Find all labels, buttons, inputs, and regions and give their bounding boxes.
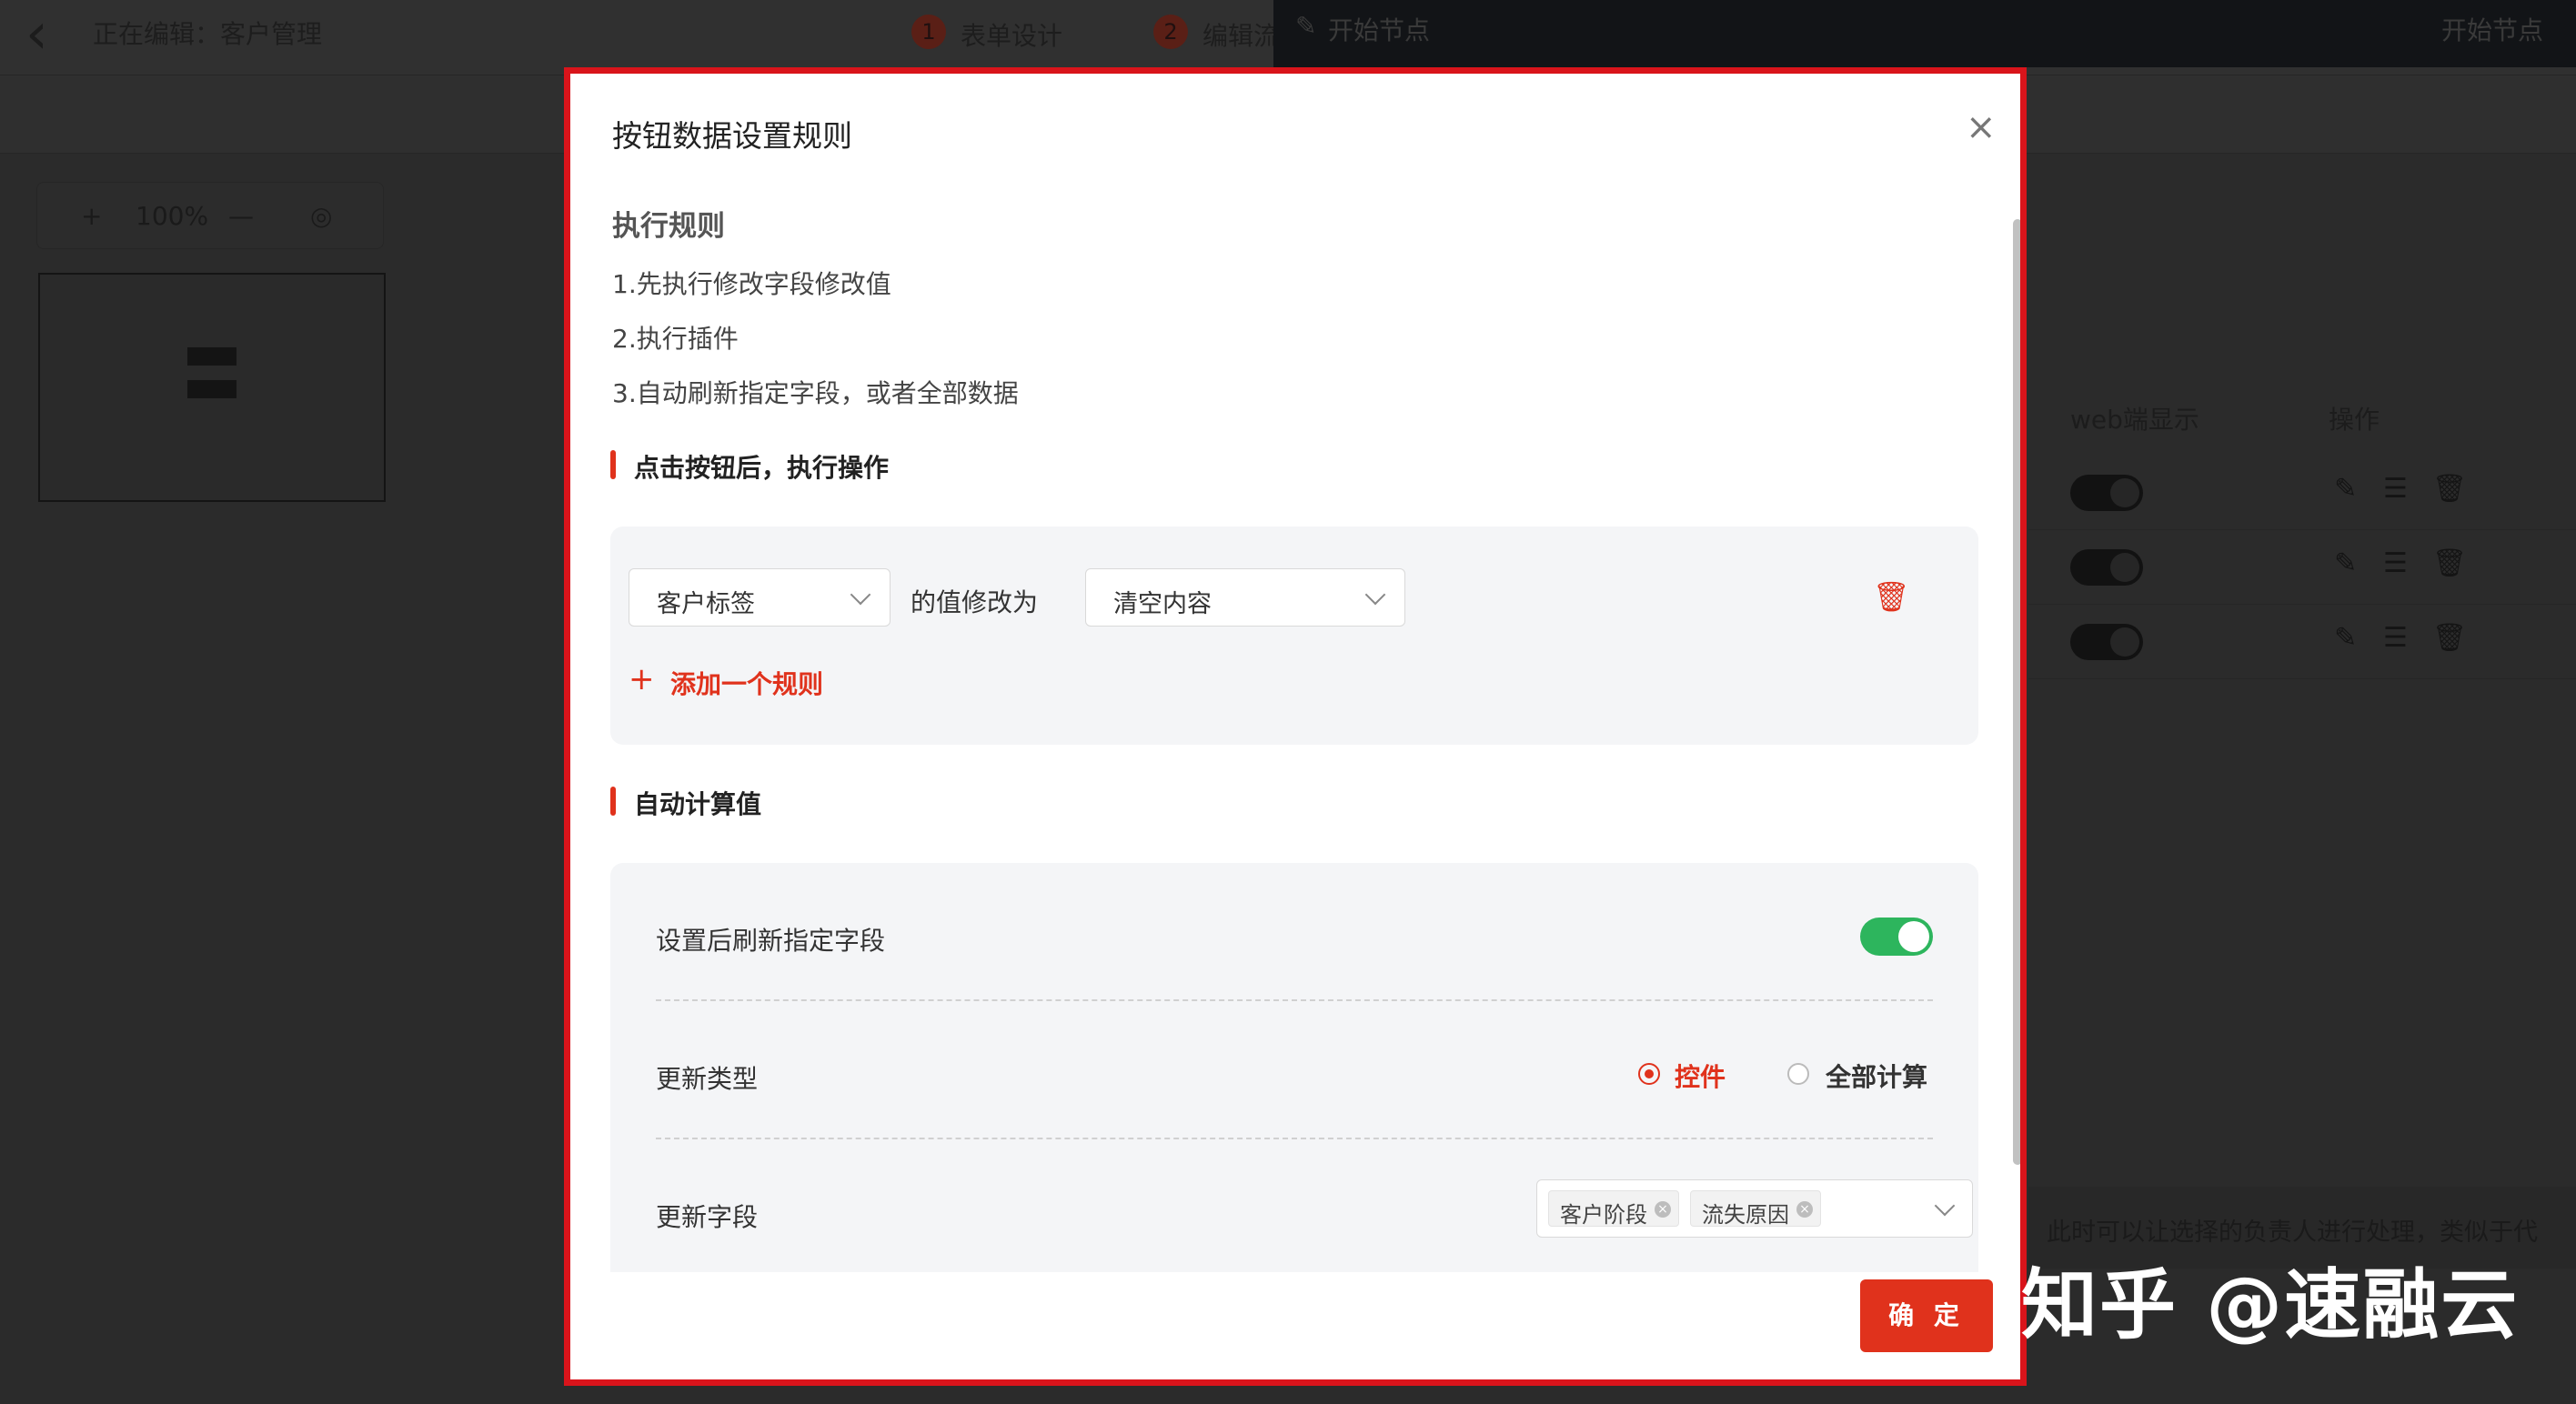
table-row: ✎ ☰ 🗑 <box>2028 529 2576 605</box>
canvas-minimap[interactable] <box>38 273 386 502</box>
divider <box>656 999 1933 1001</box>
edit-icon[interactable]: ✎ <box>2334 473 2357 505</box>
dialog-footer <box>570 1272 2020 1379</box>
editing-title: 正在编辑：客户管理 <box>93 19 323 49</box>
rule-item: 2.执行插件 <box>612 324 739 354</box>
locate-icon[interactable]: ◎ <box>310 201 332 231</box>
settings-icon[interactable]: ☰ <box>2383 473 2408 505</box>
field-tag-label: 流失原因 <box>1702 1202 1789 1228</box>
radio-all-calc-label[interactable]: 全部计算 <box>1826 1058 1927 1094</box>
step-number: 1 <box>911 15 946 49</box>
refresh-label: 设置后刷新指定字段 <box>656 926 886 956</box>
edit-icon: ✎ <box>1295 11 1317 41</box>
step-number: 2 <box>1153 15 1188 49</box>
radio-control-label[interactable]: 控件 <box>1675 1058 1726 1094</box>
divider <box>656 1138 1933 1139</box>
scrollbar[interactable] <box>2013 219 2020 1165</box>
chevron-down-icon <box>1934 1195 1956 1217</box>
table-row: ✎ ☰ 🗑 <box>2028 604 2576 679</box>
section-title-auto: 自动计算值 <box>634 789 762 819</box>
section-marker <box>610 787 616 816</box>
settings-icon[interactable]: ☰ <box>2383 622 2408 654</box>
value-select-value: 清空内容 <box>1113 590 1212 618</box>
step-tab-flow[interactable]: 编辑流 <box>1202 16 1279 53</box>
section-title-action: 点击按钮后，执行操作 <box>634 453 890 483</box>
add-rule-link[interactable]: 添加一个规则 <box>670 665 823 701</box>
step-tab-form-design[interactable]: 表单设计 <box>961 16 1062 53</box>
col-web-display: web端显示 <box>2070 405 2199 435</box>
trash-icon[interactable]: 🗑 <box>2432 473 2467 505</box>
change-to-label: 的值修改为 <box>911 587 1039 617</box>
settings-icon[interactable]: ☰ <box>2383 547 2408 579</box>
field-tag-label: 客户阶段 <box>1560 1202 1647 1228</box>
field-tag: 流失原因 × <box>1690 1190 1821 1228</box>
chevron-down-icon <box>850 584 871 606</box>
section-marker <box>610 450 616 479</box>
right-panel-header: ✎ 开始节点 开始节点 <box>1273 0 2576 67</box>
watermark: 知乎 @速融云 <box>2021 1260 2520 1349</box>
close-icon[interactable]: × <box>1966 106 1997 148</box>
trash-icon[interactable]: 🗑 <box>1873 579 1910 614</box>
update-fields-select[interactable]: 客户阶段 × 流失原因 × <box>1536 1179 1973 1238</box>
value-select[interactable]: 清空内容 <box>1085 568 1405 627</box>
back-arrow-icon[interactable]: ‹ <box>25 5 48 62</box>
dialog-title: 按钮数据设置规则 <box>612 118 852 154</box>
button-data-rules-dialog: 按钮数据设置规则 × 执行规则 1.先执行修改字段修改值 2.执行插件 3.自动… <box>564 67 2027 1386</box>
field-select-value: 客户标签 <box>657 590 755 618</box>
zoom-controls: + 100% — ◎ <box>36 182 384 249</box>
web-display-toggle[interactable] <box>2070 549 2143 586</box>
confirm-button[interactable]: 确 定 <box>1860 1279 1993 1352</box>
web-display-toggle[interactable] <box>2070 624 2143 660</box>
right-panel-title: 开始节点 <box>1328 15 1431 45</box>
chevron-down-icon <box>1364 584 1386 606</box>
update-fields-label: 更新字段 <box>656 1202 759 1232</box>
minimap-node <box>187 380 236 398</box>
col-actions: 操作 <box>2329 405 2380 435</box>
zoom-in-icon[interactable]: + <box>81 201 102 231</box>
right-panel-title-right: 开始节点 <box>2441 15 2544 45</box>
remove-tag-icon[interactable]: × <box>1655 1201 1671 1218</box>
rule-item: 1.先执行修改字段修改值 <box>612 269 891 299</box>
trash-icon[interactable]: 🗑 <box>2432 547 2467 579</box>
radio-all-calc[interactable] <box>1787 1063 1809 1085</box>
refresh-toggle[interactable] <box>1860 918 1933 956</box>
edit-icon[interactable]: ✎ <box>2334 622 2357 654</box>
field-tag: 客户阶段 × <box>1548 1190 1679 1228</box>
edit-icon[interactable]: ✎ <box>2334 547 2357 579</box>
rules-heading: 执行规则 <box>612 210 725 243</box>
update-type-label: 更新类型 <box>656 1064 759 1094</box>
zoom-level: 100% <box>136 201 209 231</box>
zoom-out-icon[interactable]: — <box>228 201 254 231</box>
rule-item: 3.自动刷新指定字段，或者全部数据 <box>612 378 1019 408</box>
plus-icon[interactable]: + <box>629 661 655 697</box>
trash-icon[interactable]: 🗑 <box>2432 622 2467 654</box>
action-rules-panel: 客户标签 的值修改为 清空内容 🗑 + 添加一个规则 <box>610 526 1978 745</box>
banner-text: 此时可以让选择的负责人进行处理，类似于代 <box>2047 1218 2538 1247</box>
minimap-node <box>187 347 236 366</box>
radio-control[interactable] <box>1638 1063 1660 1085</box>
remove-tag-icon[interactable]: × <box>1796 1201 1813 1218</box>
field-select[interactable]: 客户标签 <box>629 568 891 627</box>
table-row: ✎ ☰ 🗑 <box>2028 455 2576 530</box>
web-display-toggle[interactable] <box>2070 475 2143 511</box>
